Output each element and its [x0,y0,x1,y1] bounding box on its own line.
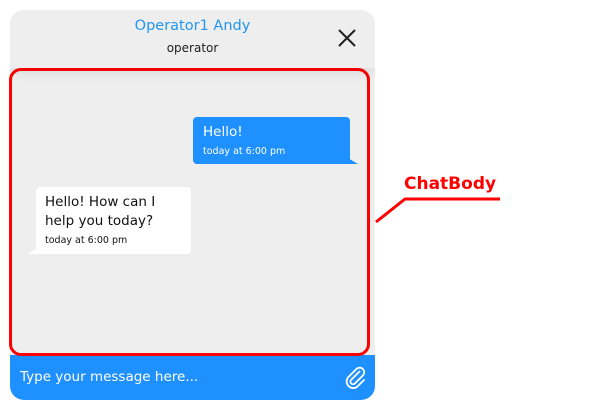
stage: Operator1 Andy operator Hello! today at … [0,0,600,410]
chat-header: Operator1 Andy operator [10,10,375,68]
callout-label: ChatBody [404,174,497,194]
operator-name: Operator1 Andy [134,18,251,34]
operator-role: operator [166,41,219,55]
close-icon [338,29,356,47]
close-button[interactable] [335,26,359,50]
